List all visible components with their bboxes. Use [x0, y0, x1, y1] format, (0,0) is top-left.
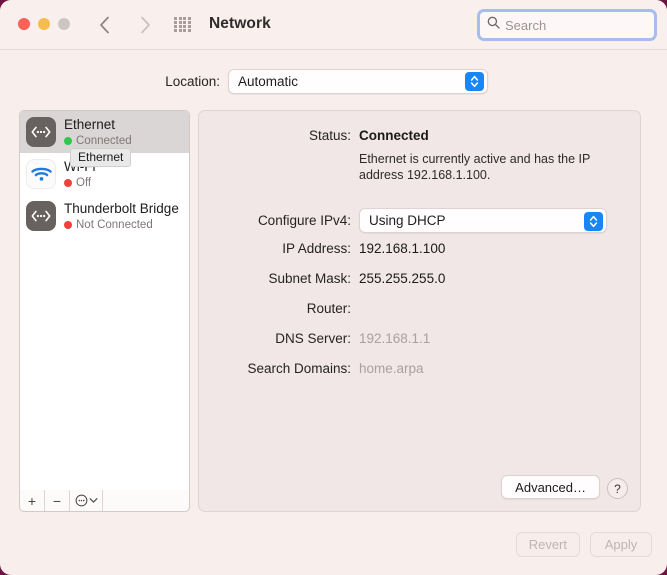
close-button[interactable] [18, 18, 30, 30]
status-dot-not-connected [64, 221, 72, 229]
configure-ipv4-popup-button[interactable]: Using DHCP [359, 208, 607, 233]
status-dot-off [64, 179, 72, 187]
page-title: Network [209, 15, 271, 32]
ip-address-label: IP Address: [282, 241, 351, 256]
chevron-down-icon [88, 497, 98, 504]
help-button[interactable]: ? [607, 478, 628, 499]
router-row: Router: [199, 301, 640, 316]
search-domains-label: Search Domains: [247, 361, 351, 376]
status-label: Status: [308, 128, 351, 143]
status-value: Connected [359, 128, 429, 143]
location-row: Location: Automatic [0, 68, 667, 94]
network-service-list[interactable]: Ethernet Connected Wi-Fi [19, 110, 190, 512]
chevron-left-icon[interactable] [93, 14, 115, 36]
service-status: Off [64, 176, 95, 191]
service-list-body: Ethernet Connected Wi-Fi [20, 111, 189, 237]
apply-button[interactable]: Apply [590, 532, 652, 557]
ethernet-icon [26, 117, 56, 147]
location-value: Automatic [238, 73, 299, 89]
configure-ipv4-label: Configure IPv4: [257, 213, 351, 228]
sidebar-item-thunderbolt-bridge[interactable]: Thunderbolt Bridge Not Connected [20, 195, 189, 237]
service-status-label: Not Connected [76, 218, 153, 231]
subnet-mask-label: Subnet Mask: [268, 271, 351, 286]
window-toolbar: Network [0, 0, 667, 50]
footer-spacer [103, 490, 189, 511]
service-status-label: Off [76, 176, 92, 189]
status-description: Ethernet is currently active and has the… [359, 152, 591, 182]
search-icon [487, 16, 500, 34]
service-options-button[interactable] [70, 490, 103, 511]
network-preferences-window: Network Location: Automatic [0, 0, 667, 575]
add-service-button[interactable]: + [20, 490, 45, 511]
configure-ipv4-value: Using DHCP [369, 213, 446, 228]
advanced-button[interactable]: Advanced… [501, 475, 600, 499]
revert-button[interactable]: Revert [515, 532, 580, 557]
ip-address-value: 192.168.1.100 [359, 241, 446, 256]
dns-server-value: 192.168.1.1 [359, 331, 431, 346]
service-name: Thunderbolt Bridge [64, 200, 179, 216]
service-name: Ethernet [64, 116, 116, 132]
service-list-footer: + − [19, 490, 190, 512]
remove-service-button[interactable]: − [45, 490, 70, 511]
search-domains-value: home.arpa [359, 361, 424, 376]
chevron-right-icon[interactable] [134, 14, 156, 36]
popup-stepper-icon [465, 72, 484, 91]
service-tooltip: Ethernet [70, 148, 132, 167]
service-text: Thunderbolt Bridge Not Connected [64, 200, 179, 233]
action-button-bar: Revert Apply [515, 532, 652, 557]
search-field[interactable] [477, 9, 657, 41]
service-detail-panel: Status: Connected Ethernet is currently … [198, 110, 641, 512]
service-text: Ethernet Connected [64, 116, 132, 149]
wifi-icon [26, 159, 56, 189]
subnet-mask-value: 255.255.255.0 [359, 271, 446, 286]
dns-server-label: DNS Server: [275, 331, 351, 346]
service-status-label: Connected [76, 134, 132, 147]
minimize-button[interactable] [38, 18, 50, 30]
traffic-light-group [18, 18, 70, 30]
subnet-mask-row: Subnet Mask: 255.255.255.0 [199, 271, 640, 286]
status-row: Status: Connected [199, 128, 640, 143]
search-input[interactable] [505, 17, 647, 33]
location-label: Location: [165, 73, 220, 89]
dns-server-row: DNS Server: 192.168.1.1 [199, 331, 640, 346]
service-status: Not Connected [64, 218, 179, 233]
status-dot-connected [64, 137, 72, 145]
ethernet-icon [26, 201, 56, 231]
service-status: Connected [64, 134, 132, 149]
search-domains-row: Search Domains: home.arpa [199, 361, 640, 376]
grid-dots-icon[interactable] [174, 17, 191, 32]
popup-stepper-icon [584, 211, 603, 231]
configure-ipv4-row: Configure IPv4: Using DHCP [199, 208, 640, 233]
router-label: Router: [306, 301, 351, 316]
location-popup-button[interactable]: Automatic [228, 68, 488, 94]
ip-address-row: IP Address: 192.168.1.100 [199, 241, 640, 256]
maximize-button[interactable] [58, 18, 70, 30]
sidebar-item-ethernet[interactable]: Ethernet Connected [20, 111, 189, 153]
ellipsis-circle-icon [75, 494, 88, 507]
